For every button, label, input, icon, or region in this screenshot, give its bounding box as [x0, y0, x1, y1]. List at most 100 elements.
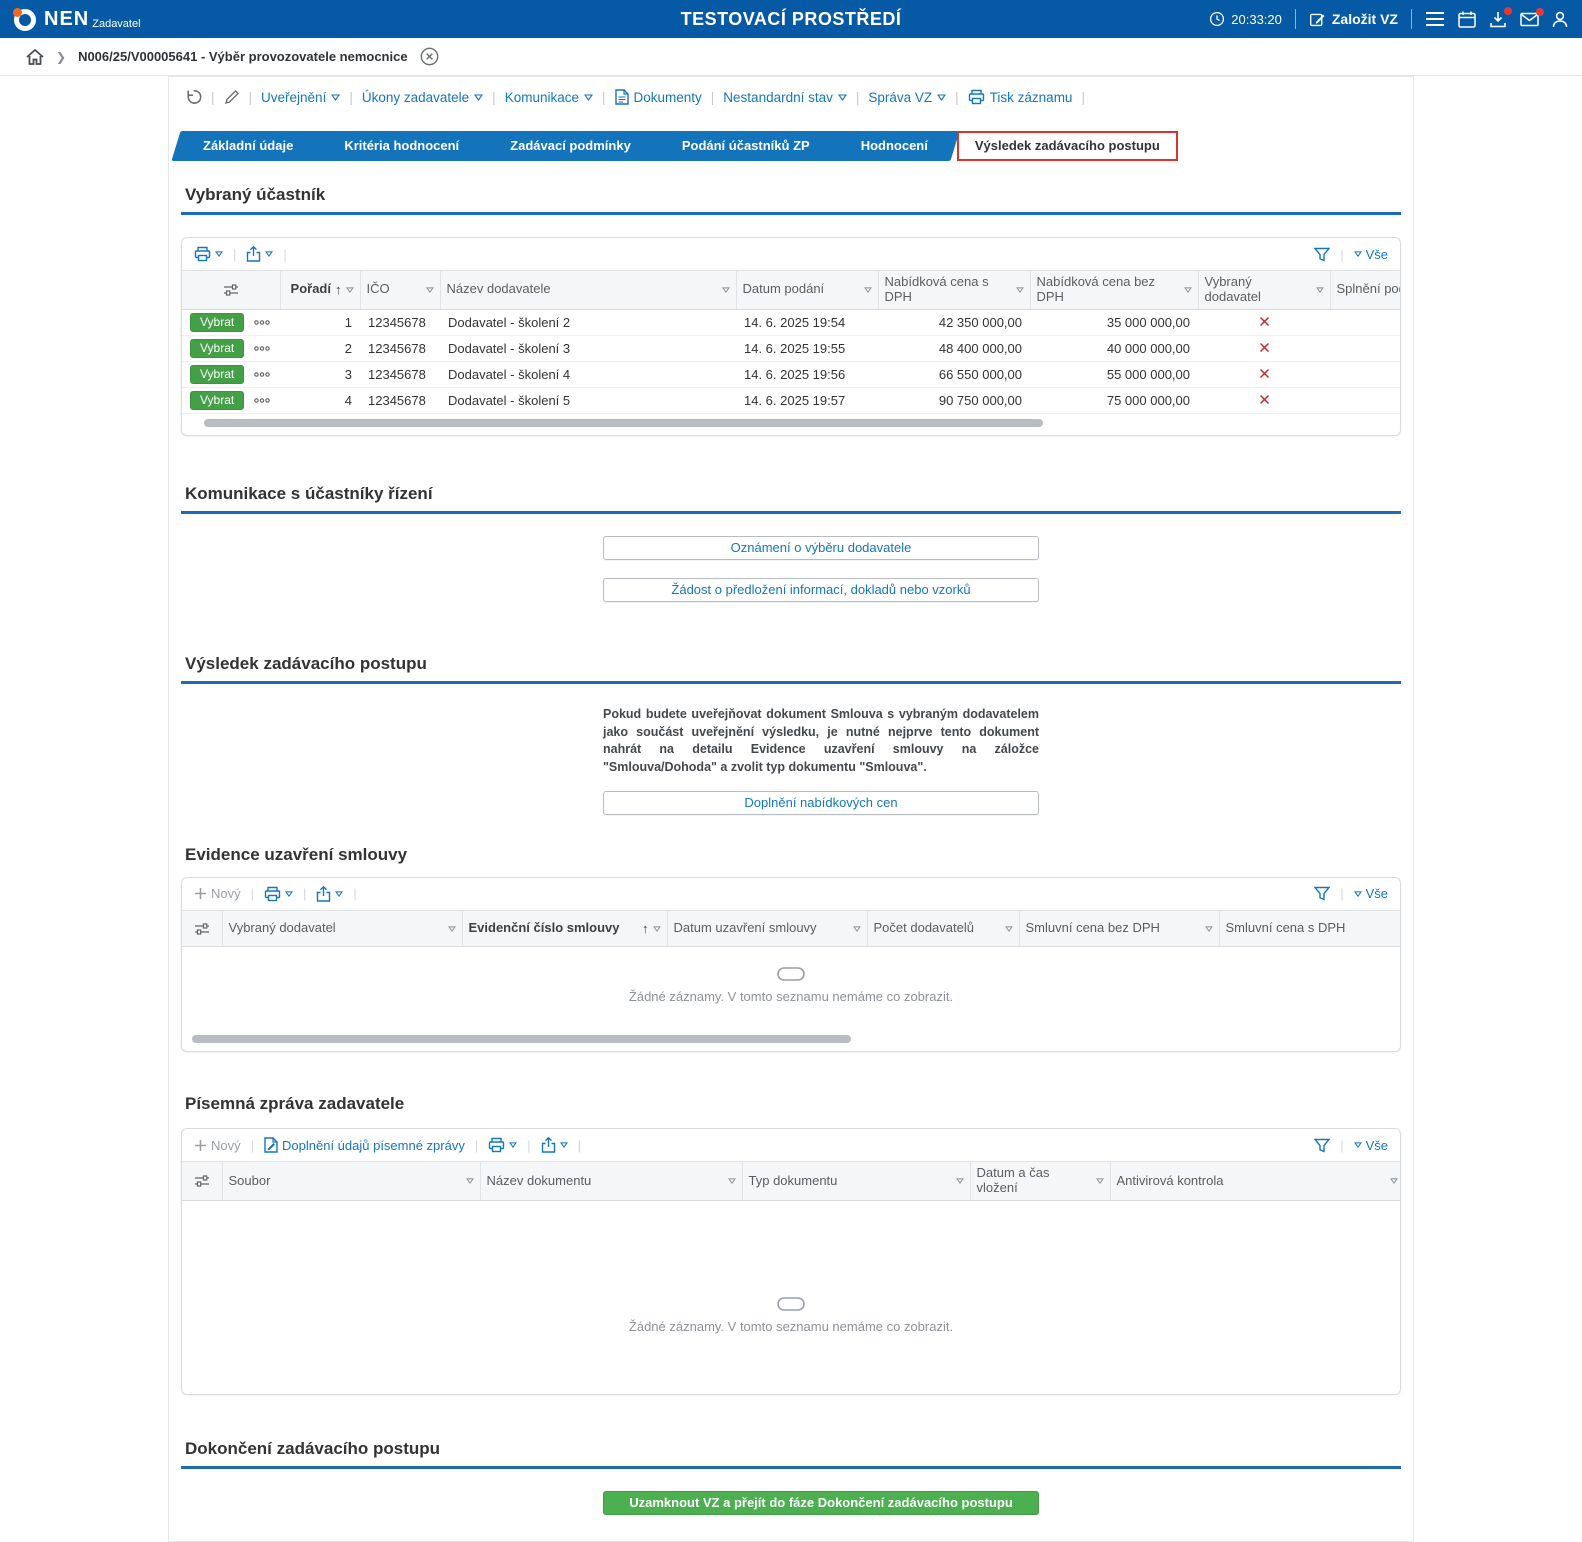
show-all-button[interactable]: Vše	[1354, 886, 1388, 901]
menu-uverejneni[interactable]: Uveřejnění	[261, 90, 340, 105]
horizontal-scrollbar[interactable]	[192, 419, 1390, 427]
column-header-datum-vlozeni[interactable]: Datum a čas vložení	[970, 1162, 1110, 1200]
tab-zadavaci-podminky[interactable]: Zadávací podmínky	[488, 131, 653, 161]
new-record-button[interactable]: Nový	[194, 886, 241, 901]
lock-vz-button[interactable]: Uzamknout VZ a přejít do fáze Dokončení …	[603, 1491, 1039, 1515]
column-filter-icon[interactable]	[853, 926, 861, 932]
column-header-evidencni-cislo[interactable]: Evidenční číslo smlouvy↑	[462, 911, 667, 947]
column-header-vybrany-dodavatel[interactable]: Vybraný dodavatel	[1198, 271, 1330, 309]
breadcrumb-item[interactable]: N006/25/V00005641 - Výběr provozovatele …	[78, 49, 408, 64]
contracts-table-toolbar: Nový | | | | Vše	[182, 878, 1400, 910]
column-header-smluvni-cena-s-dph[interactable]: Smluvní cena s DPH	[1219, 911, 1400, 947]
create-vz-button[interactable]: Založit VZ	[1309, 11, 1398, 28]
column-filter-icon[interactable]	[728, 1178, 736, 1184]
column-header-typ-dokumentu[interactable]: Typ dokumentu	[742, 1162, 970, 1200]
participants-table-toolbar: | | | Vše	[182, 238, 1400, 270]
column-header-cena-s-dph[interactable]: Nabídková cena s DPH	[878, 271, 1030, 309]
menu-ukony-zadavatele[interactable]: Úkony zadavatele	[362, 90, 483, 105]
filter-button[interactable]	[1314, 247, 1330, 262]
print-button[interactable]	[264, 886, 293, 902]
nen-logo[interactable]: NEN Zadavatel	[14, 6, 141, 32]
menu-tisk-zaznamu[interactable]: Tisk záznamu	[968, 89, 1073, 105]
history-undo-icon[interactable]	[185, 89, 202, 105]
column-header-soubor[interactable]: Soubor	[222, 1162, 480, 1200]
column-filter-icon[interactable]	[1005, 926, 1013, 932]
column-filter-icon[interactable]	[722, 287, 730, 293]
column-header-smluvni-cena-bez-dph[interactable]: Smluvní cena bez DPH	[1019, 911, 1219, 947]
column-header-splneni-podminek[interactable]: Splnění podmínek	[1330, 271, 1400, 309]
vybrat-button[interactable]: Vybrat	[190, 365, 244, 384]
column-header-cena-bez-dph[interactable]: Nabídková cena bez DPH	[1030, 271, 1198, 309]
export-button[interactable]	[246, 246, 273, 262]
horizontal-scrollbar[interactable]	[192, 1035, 1390, 1043]
column-filter-icon[interactable]	[864, 287, 872, 293]
user-icon[interactable]	[1552, 11, 1568, 28]
column-header-nazev-dodavatele[interactable]: Název dodavatele	[440, 271, 736, 309]
column-filter-icon[interactable]	[956, 1178, 964, 1184]
vybrat-button[interactable]: Vybrat	[190, 339, 244, 358]
column-settings-header[interactable]	[182, 1162, 222, 1200]
filter-button[interactable]	[1314, 886, 1330, 901]
menu-sprava-vz[interactable]: Správa VZ	[868, 90, 946, 105]
row-menu-button[interactable]	[246, 309, 280, 335]
column-filter-icon[interactable]	[1390, 1178, 1398, 1184]
column-header-datum-podani[interactable]: Datum podání	[736, 271, 878, 309]
column-header-ico[interactable]: IČO	[360, 271, 440, 309]
tab-vysledek-zadavaciho-postupu[interactable]: Výsledek zadávacího postupu	[957, 131, 1178, 161]
column-header-antivirova-kontrola[interactable]: Antivirová kontrola	[1110, 1162, 1400, 1200]
column-settings-header[interactable]	[182, 271, 280, 309]
column-header-nazev-dokumentu[interactable]: Název dokumentu	[480, 1162, 742, 1200]
column-filter-icon[interactable]	[1096, 1178, 1104, 1184]
home-icon[interactable]	[26, 49, 44, 65]
vybrat-button[interactable]: Vybrat	[190, 391, 244, 410]
column-filter-icon[interactable]	[426, 287, 434, 293]
menu-nestandardni-stav[interactable]: Nestandardní stav	[723, 90, 847, 105]
row-menu-button[interactable]	[246, 361, 280, 387]
menu-komunikace[interactable]: Komunikace	[505, 90, 593, 105]
column-filter-icon[interactable]	[466, 1178, 474, 1184]
doplneni-udaju-button[interactable]: Doplnění údajů písemné zprávy	[264, 1137, 465, 1153]
column-header-poradi[interactable]: Pořadí↑	[280, 271, 360, 309]
column-filter-icon[interactable]	[346, 287, 354, 293]
close-record-icon[interactable]	[420, 47, 439, 66]
filter-button[interactable]	[1314, 1138, 1330, 1153]
brand-name: NEN	[44, 6, 89, 32]
section-title: Komunikace s účastníky řízení	[185, 484, 1397, 504]
tab-zakladni-udaje[interactable]: Základní údaje	[181, 131, 315, 161]
new-record-button[interactable]: Nový	[194, 1138, 241, 1153]
zadost-o-predlozeni-button[interactable]: Žádost o předložení informací, dokladů n…	[603, 578, 1039, 602]
column-settings-header[interactable]	[182, 911, 222, 947]
show-all-button[interactable]: Vše	[1354, 1138, 1388, 1153]
oznameni-o-vyberu-button[interactable]: Oznámení o výběru dodavatele	[603, 536, 1039, 560]
menu-dokumenty[interactable]: Dokumenty	[615, 89, 702, 105]
doplneni-cen-button[interactable]: Doplnění nabídkových cen	[603, 791, 1039, 815]
downloads-icon[interactable]	[1489, 11, 1507, 28]
column-header-datum-uzavreni[interactable]: Datum uzavření smlouvy	[667, 911, 867, 947]
column-filter-icon[interactable]	[1205, 926, 1213, 932]
menu-icon[interactable]	[1425, 11, 1445, 27]
print-button[interactable]	[194, 246, 223, 262]
column-filter-icon[interactable]	[1016, 287, 1024, 293]
messages-icon[interactable]	[1520, 12, 1539, 27]
calendar-icon[interactable]	[1458, 11, 1476, 28]
tab-podani-ucastniku[interactable]: Podání účastníků ZP	[660, 131, 832, 161]
column-filter-icon[interactable]	[1184, 287, 1192, 293]
column-filter-icon[interactable]	[1316, 287, 1324, 293]
column-header-vybrany-dodavatel[interactable]: Vybraný dodavatel	[222, 911, 462, 947]
row-menu-button[interactable]	[246, 387, 280, 413]
cell-cena-bez-dph: 55 000 000,00	[1030, 361, 1198, 387]
tab-kriteria-hodnoceni[interactable]: Kritéria hodnocení	[322, 131, 481, 161]
export-button[interactable]	[541, 1137, 568, 1153]
column-settings-icon	[223, 283, 239, 297]
tab-hodnoceni[interactable]: Hodnocení	[839, 131, 950, 161]
edit-pencil-icon[interactable]	[224, 89, 240, 105]
cell-ico: 12345678	[360, 361, 440, 387]
row-menu-button[interactable]	[246, 335, 280, 361]
vybrat-button[interactable]: Vybrat	[190, 313, 244, 332]
column-header-pocet-dodavatelu[interactable]: Počet dodavatelů	[867, 911, 1019, 947]
show-all-button[interactable]: Vše	[1354, 247, 1388, 262]
column-filter-icon[interactable]	[448, 926, 456, 932]
export-button[interactable]	[316, 886, 343, 902]
print-button[interactable]	[488, 1137, 517, 1153]
column-filter-icon[interactable]	[653, 926, 661, 932]
